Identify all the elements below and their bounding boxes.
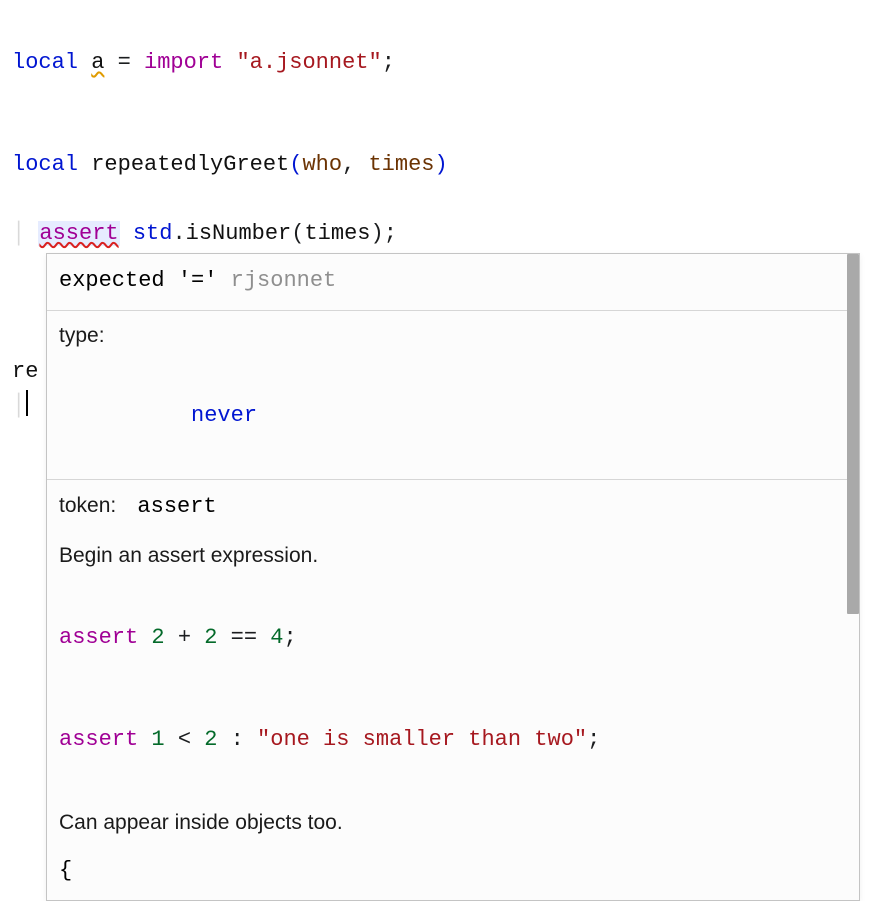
dot: . bbox=[172, 221, 185, 246]
lparen: ( bbox=[291, 221, 304, 246]
example-2: assert 1 < 2 : "one is smaller than two"… bbox=[59, 689, 847, 791]
popup-row: re │ expected '=' rjsonnet type: never t… bbox=[12, 253, 860, 901]
popup-token-section: token: assert Begin an assert expression… bbox=[47, 479, 859, 900]
popup-type-section: type: never bbox=[47, 310, 859, 480]
rparen: ) bbox=[435, 152, 448, 177]
diagnostic-source: rjsonnet bbox=[231, 268, 337, 293]
type-label: type: bbox=[59, 321, 847, 351]
equals: = bbox=[104, 50, 144, 75]
keyword-import: import bbox=[144, 50, 223, 75]
semicolon: ; bbox=[382, 50, 395, 75]
hover-popup[interactable]: expected '=' rjsonnet type: never token:… bbox=[46, 253, 860, 901]
isNumber: isNumber bbox=[186, 221, 292, 246]
example-1: assert 2 + 2 == 4; bbox=[59, 587, 847, 689]
identifier-a: a bbox=[91, 50, 104, 75]
semicolon: ; bbox=[384, 221, 397, 246]
popup-scrollbar[interactable] bbox=[847, 254, 859, 614]
param-who: who bbox=[302, 152, 342, 177]
rparen: ) bbox=[370, 221, 383, 246]
function-name: repeatedlyGreet bbox=[91, 152, 289, 177]
code-line-blank[interactable] bbox=[12, 80, 860, 114]
indent-guide: │ bbox=[12, 221, 38, 246]
example-brace: { bbox=[59, 854, 847, 888]
code-line-1[interactable]: local a = import "a.jsonnet"; bbox=[12, 12, 860, 80]
type-value: never bbox=[191, 403, 257, 428]
token-value: assert bbox=[137, 494, 216, 519]
token-description-2: Can appear inside objects too. bbox=[59, 808, 847, 838]
keyword-local: local bbox=[12, 152, 78, 177]
diagnostic-message: expected '=' bbox=[59, 268, 231, 293]
gutter-cursor-line[interactable]: │ bbox=[12, 389, 46, 423]
param-times: times bbox=[368, 152, 434, 177]
token-label: token: bbox=[59, 494, 116, 517]
code-line-4[interactable]: │ assert std.isNumber(times); bbox=[12, 182, 860, 250]
trailing-bracket[interactable]: ]; bbox=[802, 315, 872, 417]
popup-header: expected '=' rjsonnet bbox=[47, 254, 859, 310]
token-description: Begin an assert expression. bbox=[59, 541, 847, 571]
code-line-3[interactable]: local repeatedlyGreet(who, times) bbox=[12, 114, 860, 182]
comma: , bbox=[342, 152, 368, 177]
keyword-assert: assert bbox=[38, 221, 119, 246]
std: std bbox=[133, 221, 173, 246]
lparen: ( bbox=[289, 152, 302, 177]
text-cursor bbox=[26, 390, 28, 416]
gutter-re[interactable]: re bbox=[12, 355, 46, 389]
string-literal: "a.jsonnet" bbox=[236, 50, 381, 75]
arg-times: times bbox=[304, 221, 370, 246]
keyword-local: local bbox=[12, 50, 78, 75]
